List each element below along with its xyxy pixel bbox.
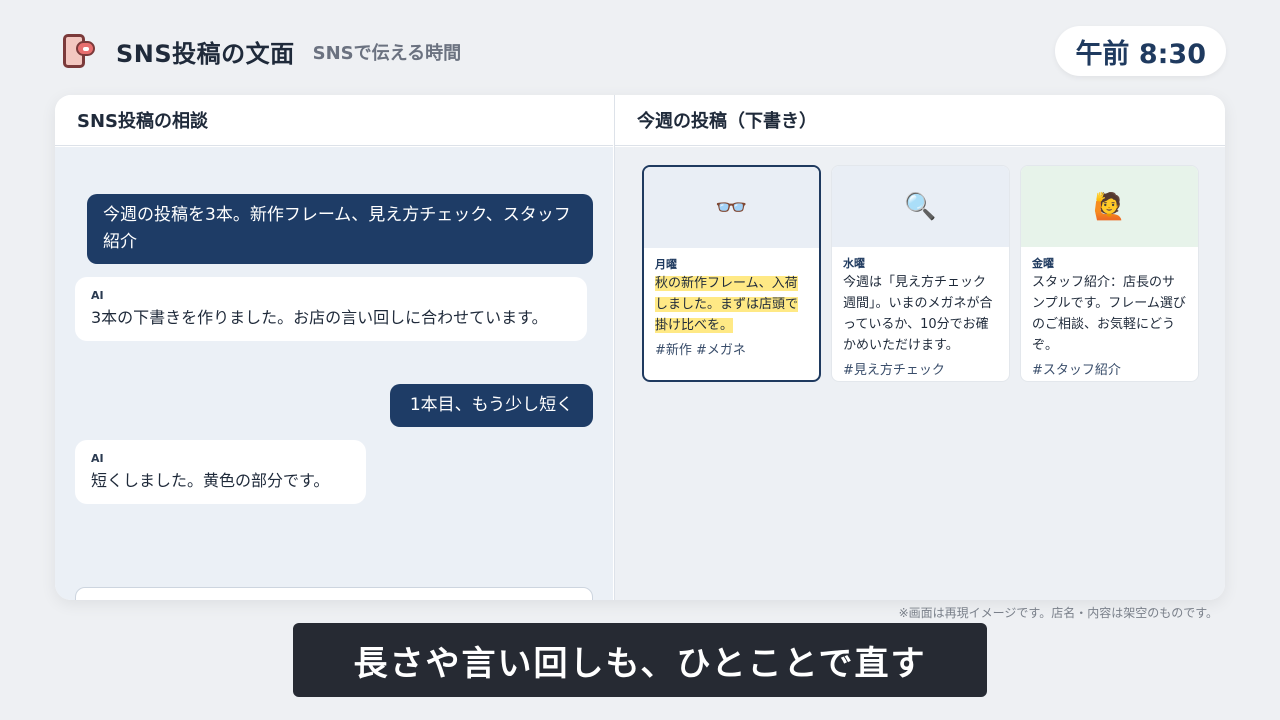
ai-message: AI 短くしました。黄色の部分です。	[75, 440, 366, 504]
app-header: SNS投稿の文面 SNSで伝える時間	[60, 26, 461, 76]
ai-label: AI	[91, 452, 104, 465]
drafts-panel: 今週の投稿（下書き） 👓 月曜 秋の新作フレーム、入荷しました。まずは店頭で掛け…	[614, 95, 1225, 600]
ai-label: AI	[91, 289, 104, 302]
post-card-friday[interactable]: 🙋 金曜 スタッフ紹介：店長のサンプルです。フレーム選びのご相談、お気軽にどうぞ…	[1020, 165, 1199, 382]
user-message: 今週の投稿を3本。新作フレーム、見え方チェック、スタッフ紹介	[87, 194, 593, 264]
post-text: スタッフ紹介：店長のサンプルです。フレーム選びのご相談、お気軽にどうぞ。	[1032, 275, 1186, 353]
clock: 午前 8:30	[1055, 26, 1226, 76]
chat-panel-title: SNS投稿の相談	[55, 95, 613, 146]
post-thumbnail: 🔍	[832, 166, 1009, 247]
post-thumbnail: 👓	[644, 167, 819, 248]
post-text: 今週は「見え方チェック週間」。いまのメガネが合っているか、10分でお確かめいただ…	[843, 275, 993, 353]
post-card-monday[interactable]: 👓 月曜 秋の新作フレーム、入荷しました。まずは店頭で掛け比べを。 #新作 #メ…	[642, 165, 821, 382]
post-tags: #スタッフ紹介	[1032, 363, 1121, 378]
post-text: 秋の新作フレーム、入荷しました。まずは店頭で掛け比べを。	[655, 273, 808, 336]
chat-thread: 今週の投稿を3本。新作フレーム、見え方チェック、スタッフ紹介 AI 3本の下書き…	[55, 147, 613, 600]
user-message-text: 今週の投稿を3本。新作フレーム、見え方チェック、スタッフ紹介	[103, 205, 571, 252]
magnifier-icon: 🔍	[904, 191, 937, 222]
app-title: SNS投稿の文面	[116, 39, 295, 68]
chat-input[interactable]	[75, 587, 593, 600]
post-day: 金曜	[1032, 257, 1054, 270]
caption-subtitle: 長さや言い回しも、ひとことで直す	[293, 623, 987, 697]
post-tags: #見え方チェック	[843, 363, 945, 378]
post-tags: #新作 #メガネ	[655, 343, 746, 358]
post-day: 水曜	[843, 257, 865, 270]
post-thumbnail: 🙋	[1021, 166, 1198, 247]
ai-message-text: 3本の下書きを作りました。お店の言い回しに合わせています。	[91, 308, 548, 327]
glasses-icon: 👓	[715, 192, 748, 223]
drafts-area: 👓 月曜 秋の新作フレーム、入荷しました。まずは店頭で掛け比べを。 #新作 #メ…	[615, 147, 1225, 600]
user-message: 1本目、もう少し短く	[390, 384, 593, 427]
post-card-wednesday[interactable]: 🔍 水曜 今週は「見え方チェック週間」。いまのメガネが合っているか、10分でお確…	[831, 165, 1010, 382]
disclaimer: ※画面は再現イメージです。店名・内容は架空のものです。	[898, 606, 1218, 620]
main-card: SNS投稿の相談 今週の投稿を3本。新作フレーム、見え方チェック、スタッフ紹介 …	[55, 95, 1225, 600]
post-day: 月曜	[655, 258, 677, 271]
user-message-text: 1本目、もう少し短く	[409, 395, 574, 415]
ai-message: AI 3本の下書きを作りました。お店の言い回しに合わせています。	[75, 277, 587, 341]
highlighted-text: 秋の新作フレーム、入荷しました。まずは店頭で掛け比べを。	[655, 276, 799, 333]
drafts-panel-title: 今週の投稿（下書き）	[615, 95, 1225, 146]
app-subtitle: SNSで伝える時間	[312, 43, 462, 64]
chat-panel: SNS投稿の相談 今週の投稿を3本。新作フレーム、見え方チェック、スタッフ紹介 …	[55, 95, 613, 600]
phone-chat-icon	[60, 32, 98, 70]
staff-person-icon: 🙋	[1093, 191, 1126, 222]
ai-message-text: 短くしました。黄色の部分です。	[91, 471, 330, 490]
